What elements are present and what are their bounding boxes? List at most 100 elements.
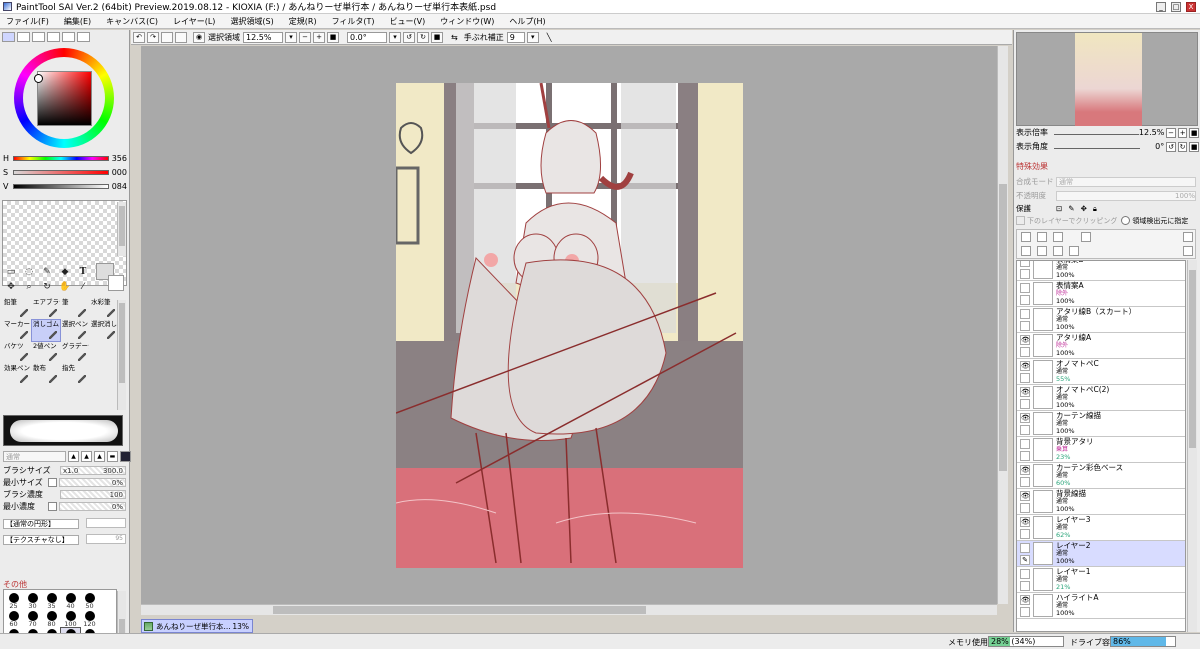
brush-size-multiplier[interactable]: x1.0 [63, 467, 78, 475]
brush-size-slider[interactable]: x1.0 300.0 [60, 466, 126, 475]
navigator[interactable] [1016, 32, 1198, 126]
layer-visibility-icon[interactable]: 👁︎ [1020, 465, 1030, 475]
protect-move-icon[interactable]: ✥ [1081, 204, 1087, 213]
protect-pen-icon[interactable]: ✎ [1068, 204, 1074, 213]
opacity-slider[interactable]: 100% [1056, 190, 1196, 201]
nav-rotate-ccw-button[interactable]: ↺ [1166, 141, 1176, 152]
layer-select-checkbox[interactable] [1020, 581, 1030, 591]
min-size-slider[interactable]: 0% [59, 478, 126, 487]
menu-help[interactable]: ヘルプ(H) [509, 16, 545, 27]
source-radio[interactable] [1121, 216, 1131, 225]
flip-icon[interactable]: ⇆ [451, 33, 458, 42]
layer-visibility-icon[interactable]: 👁︎ [1020, 595, 1030, 605]
redo-button[interactable]: ↷ [147, 31, 159, 43]
new-layer-icon[interactable] [1021, 232, 1031, 242]
brush-slot[interactable]: 消しゴム [31, 319, 61, 342]
new-folder-icon[interactable] [1053, 232, 1063, 242]
size-preset[interactable]: 25 [4, 592, 23, 610]
nav-zoom-reset-button[interactable]: ■ [1189, 127, 1199, 138]
layer-mask-icon[interactable] [1081, 232, 1091, 242]
brush-slot[interactable]: 選択消し [90, 320, 118, 341]
stabilizer-dropdown-button[interactable]: ▾ [526, 31, 539, 43]
size-preset[interactable]: 80 [42, 610, 61, 628]
angle-field[interactable]: 0.0° [347, 31, 387, 43]
layer-select-checkbox[interactable] [1020, 295, 1030, 305]
menu-edit[interactable]: 編集(E) [64, 16, 91, 27]
brush-slot[interactable]: 2値ペン [32, 342, 60, 363]
deselect-button[interactable] [161, 31, 173, 43]
brush-slot[interactable]: グラデーション [61, 342, 89, 363]
layer-row[interactable]: 👁︎ オノマトペC(2) 通常 100% [1017, 385, 1185, 411]
brush-slot[interactable]: 水彩筆 [90, 298, 118, 319]
menu-ruler[interactable]: 定規(R) [289, 16, 317, 27]
brush-slot[interactable] [90, 342, 118, 363]
zoom-in-button[interactable]: + [313, 31, 325, 43]
brush-slot[interactable] [90, 364, 118, 385]
brush-density-slider[interactable]: 100 [60, 490, 126, 499]
nav-rotate-cw-button[interactable]: ↻ [1177, 141, 1188, 152]
layer-select-checkbox[interactable] [1020, 477, 1030, 487]
maximize-button[interactable]: □ [1171, 2, 1181, 12]
artwork-canvas[interactable] [396, 83, 743, 568]
layer-select-checkbox[interactable] [1020, 399, 1030, 409]
nav-angle-reset-button[interactable]: ■ [1189, 141, 1199, 152]
layer-visibility-icon[interactable]: 👁︎ [1020, 517, 1030, 527]
min-density-slider[interactable]: 0% [59, 502, 126, 511]
tip-round-icon[interactable]: ▲ [68, 451, 79, 462]
layer-select-checkbox[interactable] [1020, 607, 1030, 617]
tip-square-icon[interactable] [120, 451, 131, 462]
layer-visibility-icon[interactable] [1020, 261, 1030, 267]
protect-alpha-icon[interactable]: ⊡ [1056, 204, 1062, 213]
layer-select-checkbox[interactable] [1020, 347, 1030, 357]
rotate-ccw-button[interactable]: ↺ [403, 31, 415, 43]
brush-slot[interactable]: 選択ペン [61, 320, 89, 341]
layer-scrollbar[interactable] [1187, 260, 1197, 632]
layer-select-checkbox[interactable] [1020, 503, 1030, 513]
layer-row[interactable]: 👁︎ アタリ線A 除外 100% [1017, 333, 1185, 359]
swatch-tab[interactable] [47, 32, 60, 42]
undo-button[interactable]: ↶ [133, 31, 145, 43]
tip-soft-icon[interactable]: ▲ [94, 451, 105, 462]
layer-row[interactable]: 👁︎ 背景線描 通常 100% [1017, 489, 1185, 515]
layer-visibility-icon[interactable]: 👁︎ [1020, 387, 1030, 397]
layer-row[interactable]: ✎ レイヤー2 通常 100% [1017, 541, 1185, 567]
nav-angle-slider[interactable] [1054, 145, 1140, 149]
canvas-vscrollbar[interactable] [997, 46, 1008, 604]
scratchpad-tab[interactable] [62, 32, 75, 42]
magic-wand-icon[interactable]: ✎ [39, 266, 55, 279]
layer-select-checkbox[interactable] [1020, 529, 1030, 539]
layer-row[interactable]: 表情案A 除外 100% [1017, 281, 1185, 307]
layer-panel-menu-icon[interactable] [1183, 232, 1193, 242]
minimize-button[interactable]: _ [1156, 2, 1166, 12]
layer-select-checkbox[interactable] [1020, 451, 1030, 461]
rect-select-icon[interactable]: ▭ [3, 266, 19, 279]
layer-visibility-icon[interactable] [1020, 439, 1030, 449]
zoom-out-button[interactable]: − [299, 31, 311, 43]
brush-shape-strength[interactable] [86, 518, 126, 528]
min-density-checkbox[interactable] [48, 502, 57, 511]
close-button[interactable]: X [1186, 2, 1196, 12]
zoom-dropdown-button[interactable]: ▾ [285, 31, 297, 43]
brush-texture-dropdown[interactable]: 【テクスチャなし】 [3, 534, 83, 545]
layer-row[interactable]: 👁︎ オノマトペC 通常 55% [1017, 359, 1185, 385]
layer-select-checkbox[interactable] [1020, 321, 1030, 331]
menu-selection[interactable]: 選択領域(S) [230, 16, 273, 27]
layer-select-checkbox[interactable]: ✎ [1020, 555, 1030, 565]
brush-slot[interactable]: エアブラシ [32, 298, 60, 319]
size-preset[interactable]: 30 [23, 592, 42, 610]
color-slider-tab[interactable] [17, 32, 30, 42]
size-preset[interactable]: 120 [80, 610, 99, 628]
layer-row[interactable]: 表情案B通常100% [1017, 261, 1185, 281]
fill-select-icon[interactable]: ◆ [57, 266, 73, 279]
brush-scrollbar[interactable] [117, 300, 126, 410]
layer-row[interactable]: レイヤー1 通常 21% [1017, 567, 1185, 593]
layer-row[interactable]: 背景アタリ 乗算 23% [1017, 437, 1185, 463]
size-preset[interactable]: 40 [61, 592, 80, 610]
size-preset[interactable]: 35 [42, 592, 61, 610]
document-tab[interactable]: あんねりーぜ単行本... 13% [141, 619, 253, 633]
layer-row[interactable]: 👁︎ カーテン線描 通常 100% [1017, 411, 1185, 437]
clear-layer-icon[interactable] [1053, 246, 1063, 256]
new-pen-layer-icon[interactable] [1037, 232, 1047, 242]
zoom-icon[interactable]: ⌕ [21, 281, 37, 294]
angle-dropdown-button[interactable]: ▾ [389, 31, 401, 43]
